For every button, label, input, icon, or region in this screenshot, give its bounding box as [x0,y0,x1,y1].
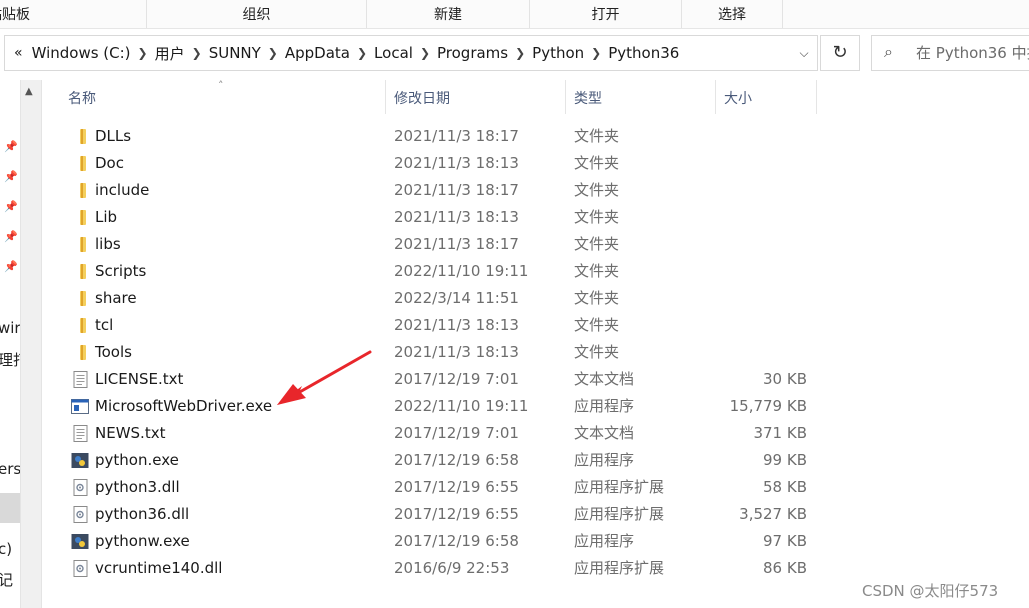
annotation-arrow [277,350,372,405]
watermark-text: CSDN @太阳仔573 [862,582,999,600]
